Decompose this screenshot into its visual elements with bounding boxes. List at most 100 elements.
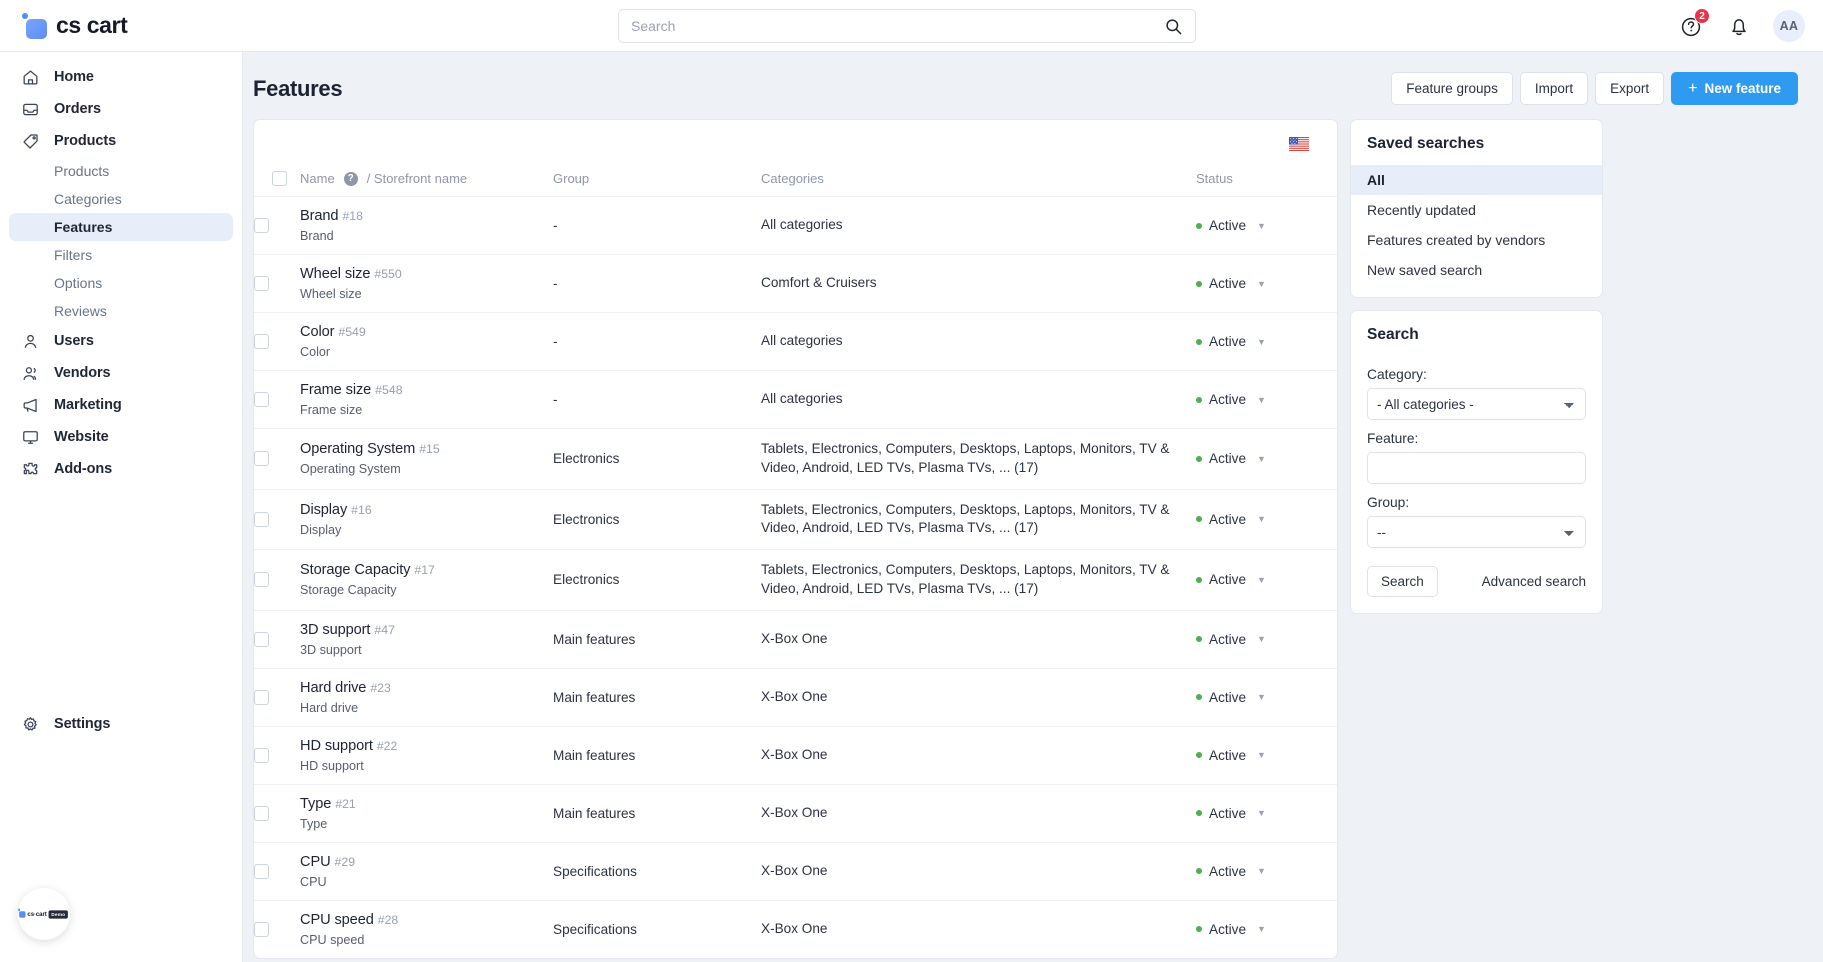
advanced-search-link[interactable]: Advanced search	[1482, 574, 1586, 589]
feature-name-link[interactable]: HD support	[300, 738, 373, 754]
saved-search-new[interactable]: New saved search	[1351, 255, 1602, 285]
status-dropdown-icon[interactable]: ▼	[1257, 221, 1266, 231]
table-row[interactable]: HD support #22 HD support Main features X-Bo…	[254, 725, 1337, 784]
feature-name-link[interactable]: 3D support	[300, 622, 370, 638]
feature-name-link[interactable]: Hard drive	[300, 680, 366, 696]
table-row[interactable]: 3D support #47 3D support Main features X-Bo…	[254, 609, 1337, 668]
th-group[interactable]: Group	[553, 167, 761, 197]
search-icon[interactable]	[1164, 17, 1183, 36]
row-checkbox[interactable]	[254, 334, 269, 349]
feature-name-link[interactable]: CPU	[300, 854, 331, 870]
category-select[interactable]: - All categories -	[1367, 388, 1586, 420]
search-submit-button[interactable]: Search	[1367, 566, 1438, 597]
storefront-name: Color	[300, 345, 331, 359]
export-button[interactable]: Export	[1595, 72, 1665, 105]
row-select-cell	[254, 254, 300, 313]
row-checkbox[interactable]	[254, 218, 269, 233]
row-checkbox[interactable]	[254, 631, 269, 647]
feature-name-link[interactable]: CPU speed	[300, 912, 374, 928]
sidebar-item-website[interactable]: Website	[9, 421, 233, 453]
help-tooltip-icon[interactable]: ?	[343, 171, 358, 186]
th-categories[interactable]: Categories	[761, 167, 1196, 197]
help-icon[interactable]: 2	[1679, 8, 1710, 39]
feature-input[interactable]	[1367, 452, 1586, 484]
sidebar-item-products-sub[interactable]: Products	[9, 157, 233, 185]
table-row[interactable]: CPU speed #28 CPU speed Specifications X-Box…	[254, 899, 1337, 958]
avatar[interactable]: AA	[1773, 10, 1805, 42]
new-feature-button[interactable]: + New feature	[1671, 72, 1798, 105]
status-dropdown-icon[interactable]: ▼	[1257, 575, 1266, 585]
status-dropdown-icon[interactable]: ▼	[1257, 692, 1266, 702]
row-checkbox[interactable]	[254, 805, 269, 821]
sidebar: Home Orders Products Products Categories…	[0, 52, 243, 962]
row-checkbox[interactable]	[254, 863, 269, 879]
table-row[interactable]: Wheel size #550 Wheel size - Comfort & Cruis…	[254, 254, 1337, 313]
row-checkbox[interactable]	[254, 276, 269, 291]
row-checkbox[interactable]	[254, 511, 269, 527]
sidebar-label: Vendors	[54, 365, 111, 381]
sidebar-item-settings[interactable]: Settings	[9, 708, 234, 740]
feature-name-link[interactable]: Frame size	[300, 382, 371, 398]
search-input[interactable]	[631, 18, 1164, 34]
table-row[interactable]: Brand #18 Brand - All categories Active ▼	[254, 196, 1337, 255]
status-dropdown-icon[interactable]: ▼	[1257, 808, 1266, 818]
notifications-icon[interactable]	[1726, 13, 1752, 39]
feature-groups-button[interactable]: Feature groups	[1391, 72, 1513, 105]
row-checkbox[interactable]	[254, 747, 269, 763]
sidebar-item-home[interactable]: Home	[9, 61, 233, 93]
feature-name-link[interactable]: Operating System	[300, 441, 415, 457]
status-dropdown-icon[interactable]: ▼	[1257, 634, 1266, 644]
us-flag-icon[interactable]	[1289, 136, 1309, 151]
table-row[interactable]: Display #16 Display Electronics Tablets, Ele…	[254, 488, 1337, 550]
table-row[interactable]: CPU #29 CPU Specifications X-Box One Active ▼	[254, 841, 1337, 900]
row-checkbox[interactable]	[254, 921, 269, 937]
import-button[interactable]: Import	[1519, 72, 1589, 105]
sidebar-item-orders[interactable]: Orders	[9, 93, 233, 125]
status-dropdown-icon[interactable]: ▼	[1257, 279, 1266, 289]
row-checkbox[interactable]	[254, 689, 269, 705]
sidebar-item-categories[interactable]: Categories	[9, 185, 233, 213]
sidebar-item-options[interactable]: Options	[9, 269, 233, 297]
row-checkbox[interactable]	[254, 572, 269, 588]
saved-search-recently-updated[interactable]: Recently updated	[1351, 195, 1602, 225]
status-dropdown-icon[interactable]: ▼	[1257, 924, 1266, 934]
saved-search-vendor-features[interactable]: Features created by vendors	[1351, 225, 1602, 255]
sidebar-item-features[interactable]: Features	[9, 213, 233, 241]
feature-name-link[interactable]: Brand	[300, 208, 339, 224]
saved-search-all[interactable]: All	[1351, 165, 1602, 195]
group-select[interactable]: --	[1367, 516, 1586, 548]
row-checkbox[interactable]	[254, 392, 269, 407]
status-dropdown-icon[interactable]: ▼	[1257, 514, 1266, 524]
brand-logo[interactable]: cs cart	[0, 0, 243, 52]
select-all-checkbox[interactable]	[272, 171, 287, 186]
demo-store-badge[interactable]: cs·cart Demo	[18, 888, 70, 940]
table-row[interactable]: Storage Capacity #17 Storage Capacity Elect…	[254, 549, 1337, 610]
status-dropdown-icon[interactable]: ▼	[1257, 395, 1266, 405]
feature-name-link[interactable]: Type	[300, 796, 331, 812]
global-search[interactable]	[618, 9, 1196, 43]
status-dropdown-icon[interactable]: ▼	[1257, 337, 1266, 347]
sidebar-item-reviews[interactable]: Reviews	[9, 297, 233, 325]
table-row[interactable]: Operating System #15 Operating System Elect…	[254, 428, 1337, 489]
table-row[interactable]: Frame size #548 Frame size - All categories A…	[254, 370, 1337, 429]
sidebar-item-users[interactable]: Users	[9, 325, 233, 357]
sidebar-item-filters[interactable]: Filters	[9, 241, 233, 269]
feature-name-link[interactable]: Storage Capacity	[300, 562, 410, 578]
sidebar-item-vendors[interactable]: Vendors	[9, 357, 233, 389]
row-checkbox[interactable]	[254, 451, 269, 467]
status-dropdown-icon[interactable]: ▼	[1257, 454, 1266, 464]
sidebar-item-addons[interactable]: Add-ons	[9, 453, 233, 485]
feature-name-link[interactable]: Wheel size	[300, 266, 370, 282]
table-row[interactable]: Hard drive #23 Hard drive Main features X-Bo…	[254, 667, 1337, 726]
status-dropdown-icon[interactable]: ▼	[1257, 866, 1266, 876]
sidebar-item-products[interactable]: Products	[9, 125, 233, 157]
th-name-label[interactable]: Name	[300, 171, 335, 186]
table-row[interactable]: Color #549 Color - All categories Active ▼	[254, 312, 1337, 371]
sidebar-item-marketing[interactable]: Marketing	[9, 389, 233, 421]
puzzle-icon	[20, 459, 40, 479]
status-dropdown-icon[interactable]: ▼	[1257, 750, 1266, 760]
feature-name-link[interactable]: Display	[300, 502, 347, 518]
th-status[interactable]: Status	[1196, 167, 1337, 197]
feature-name-link[interactable]: Color	[300, 324, 334, 340]
table-row[interactable]: Type #21 Type Main features X-Box One Active ▼	[254, 783, 1337, 842]
